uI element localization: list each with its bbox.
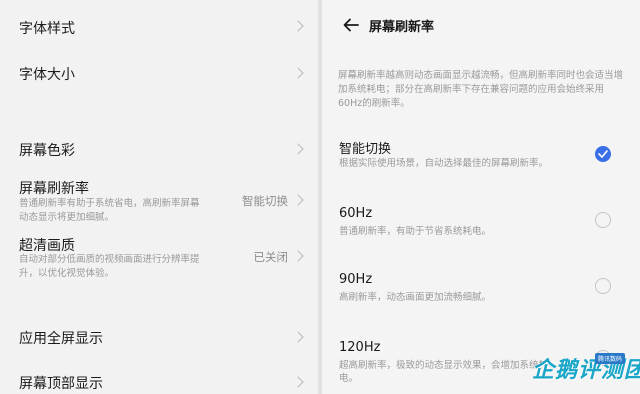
option-title: 90Hz xyxy=(339,272,373,287)
radio-unselected[interactable] xyxy=(595,278,611,294)
settings-item-font-style[interactable]: 字体样式 xyxy=(0,0,318,52)
option-60hz[interactable]: 60Hz 普通刷新率，有助于节省系统耗电。 xyxy=(322,198,640,244)
chevron-right-icon xyxy=(292,20,304,32)
radio-selected[interactable] xyxy=(595,146,611,162)
page-title: 屏幕刷新率 xyxy=(369,20,435,35)
option-title: 60Hz xyxy=(339,206,373,221)
chevron-right-icon xyxy=(292,143,304,155)
settings-item-screen-color[interactable]: 屏幕色彩 xyxy=(0,130,318,170)
option-description: 超高刷新率，极致的动态显示效果，会增加系统耗电。 xyxy=(339,360,549,384)
chevron-right-icon xyxy=(292,67,304,79)
display-settings-list: 字体样式 字体大小 屏幕色彩 屏幕刷新率 普通刷新率有助于系统省电，高刷新率屏幕… xyxy=(0,0,318,394)
hd-quality-value: 已关闭 xyxy=(253,250,289,264)
chevron-right-icon xyxy=(292,194,304,206)
chevron-right-icon xyxy=(292,376,304,388)
screen-color-label: 屏幕色彩 xyxy=(19,143,75,159)
back-arrow-icon[interactable] xyxy=(341,15,361,35)
option-description: 高刷新率，动态画面更加流畅细腻。 xyxy=(339,292,492,303)
refresh-rate-value: 智能切换 xyxy=(242,194,288,208)
settings-item-font-size[interactable]: 字体大小 xyxy=(0,52,318,97)
refresh-rate-explanation: 屏幕刷新率越高则动态画面显示越流畅，但高刷新率同时也会适当增加系统耗电；部分在高… xyxy=(338,70,624,109)
app-fullscreen-label: 应用全屏显示 xyxy=(19,331,103,347)
option-description: 根据实际使用场景，自动选择最佳的屏幕刷新率。 xyxy=(339,158,549,169)
chevron-right-icon xyxy=(292,250,304,262)
chevron-right-icon xyxy=(292,331,304,343)
font-style-label: 字体样式 xyxy=(19,21,75,37)
settings-item-hd-quality[interactable]: 超清画质 自动对部分低画质的视频画面进行分辨率提升，以优化视觉体验。 已关闭 xyxy=(0,230,318,286)
refresh-rate-page: 屏幕刷新率 屏幕刷新率越高则动态画面显示越流畅，但高刷新率同时也会适当增加系统耗… xyxy=(322,0,640,394)
screen-top-label: 屏幕顶部显示 xyxy=(19,376,103,392)
option-title: 智能切换 xyxy=(339,142,392,157)
hd-quality-label: 超清画质 xyxy=(19,238,75,254)
radio-unselected[interactable] xyxy=(595,212,611,228)
font-size-label: 字体大小 xyxy=(19,67,75,83)
watermark-tag: 腾讯数码 xyxy=(595,353,626,364)
settings-item-screen-top[interactable]: 屏幕顶部显示 xyxy=(0,364,318,394)
settings-item-app-fullscreen[interactable]: 应用全屏显示 xyxy=(0,320,318,356)
refresh-rate-label: 屏幕刷新率 xyxy=(19,181,89,197)
option-90hz[interactable]: 90Hz 高刷新率，动态画面更加流畅细腻。 xyxy=(322,264,640,310)
option-description: 普通刷新率，有助于节省系统耗电。 xyxy=(339,226,492,237)
option-title: 120Hz xyxy=(339,340,381,355)
check-icon xyxy=(598,150,608,158)
refresh-rate-description: 普通刷新率有助于系统省电，高刷新率屏幕动态显示将更加细腻。 xyxy=(19,198,200,223)
watermark-logo: 企鹅评测团 腾讯数码 xyxy=(532,350,640,394)
option-smart-switch[interactable]: 智能切换 根据实际使用场景，自动选择最佳的屏幕刷新率。 xyxy=(322,130,640,180)
hd-quality-description: 自动对部分低画质的视频画面进行分辨率提升，以优化视觉体验。 xyxy=(19,254,200,279)
settings-item-refresh-rate[interactable]: 屏幕刷新率 普通刷新率有助于系统省电，高刷新率屏幕动态显示将更加细腻。 智能切换 xyxy=(0,172,318,230)
